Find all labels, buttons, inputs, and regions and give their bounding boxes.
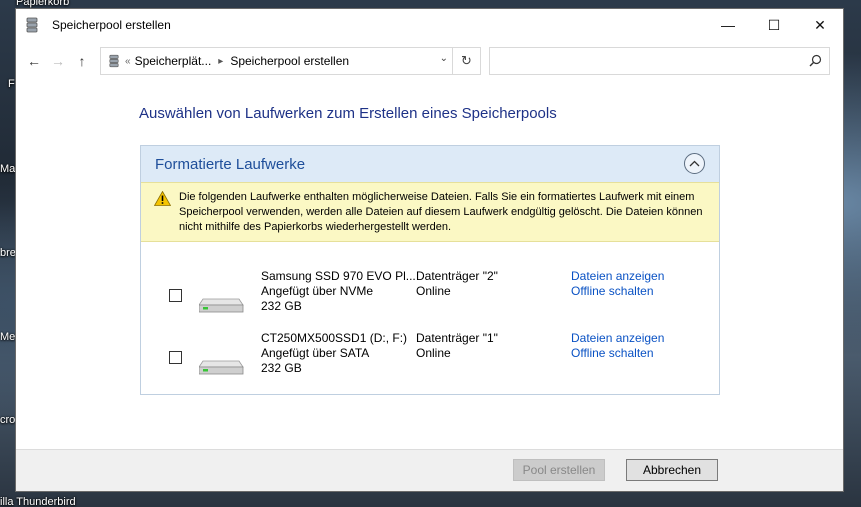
breadcrumb-segment[interactable]: Speicherpool erstellen — [230, 54, 349, 68]
drive-info: CT250MX500SSD1 (D:, F:) Angefügt über SA… — [261, 331, 407, 376]
warning-icon — [153, 190, 172, 211]
main-content: Auswählen von Laufwerken zum Erstellen e… — [16, 81, 843, 449]
dialog-footer: Pool erstellen Abbrechen — [16, 449, 843, 491]
window-title: Speicherpool erstellen — [52, 18, 171, 32]
desktop-icon-label[interactable]: illa Thunderbird — [0, 496, 76, 507]
drive-icon — [198, 291, 245, 316]
desktop-icon-label[interactable]: Papierkorb — [16, 0, 69, 8]
view-files-link[interactable]: Dateien anzeigen — [571, 269, 664, 284]
warning-text: Die folgenden Laufwerke enthalten möglic… — [179, 191, 703, 233]
drive-connection: Angefügt über NVMe — [261, 284, 374, 298]
speicherpool-window: Speicherpool erstellen — ☐ ✕ ← → ↑ « Spe… — [15, 8, 844, 492]
take-offline-link[interactable]: Offline schalten — [571, 284, 664, 299]
drive-status: Online — [416, 346, 451, 360]
create-pool-button[interactable]: Pool erstellen — [513, 459, 605, 481]
breadcrumb-segment[interactable]: Speicherplät... — [135, 54, 212, 68]
group-header[interactable]: Formatierte Laufwerke — [141, 146, 719, 182]
drive-size: 232 GB — [261, 361, 302, 375]
warning-banner: Die folgenden Laufwerke enthalten möglic… — [141, 182, 719, 242]
drive-checkbox[interactable] — [169, 289, 182, 302]
formatted-drives-group: Formatierte Laufwerke Die folgenden Lauf… — [140, 145, 720, 395]
close-button[interactable]: ✕ — [797, 9, 843, 41]
address-bar[interactable]: « Speicherplät... ▸ Speicherpool erstell… — [100, 47, 453, 75]
title-bar[interactable]: Speicherpool erstellen — ☐ ✕ — [16, 9, 843, 41]
forward-arrow-icon[interactable]: → — [46, 49, 70, 73]
back-arrow-icon[interactable]: ← — [22, 49, 46, 73]
drive-status: Online — [416, 284, 451, 298]
desktop-icon-label[interactable]: bre — [0, 247, 16, 259]
up-arrow-icon[interactable]: ↑ — [70, 49, 94, 73]
drive-disk-info: Datenträger "1" Online — [416, 331, 498, 361]
breadcrumb-overflow-icon[interactable]: « — [125, 56, 131, 67]
cancel-button[interactable]: Abbrechen — [626, 459, 718, 481]
drive-icon — [198, 353, 245, 378]
drive-size: 232 GB — [261, 299, 302, 313]
search-input[interactable] — [489, 47, 830, 75]
drive-disk-number: Datenträger "2" — [416, 269, 498, 283]
drive-actions: Dateien anzeigen Offline schalten — [571, 269, 664, 299]
minimize-button[interactable]: — — [705, 9, 751, 41]
breadcrumb-separator-icon[interactable]: ▸ — [218, 56, 223, 67]
drive-checkbox[interactable] — [169, 351, 182, 364]
drive-disk-number: Datenträger "1" — [416, 331, 498, 345]
navigation-bar: ← → ↑ « Speicherplät... ▸ Speicherpool e… — [16, 41, 843, 81]
desktop-icon-label[interactable]: F — [8, 78, 15, 90]
chevron-down-icon[interactable]: ⌄ — [440, 53, 448, 64]
view-files-link[interactable]: Dateien anzeigen — [571, 331, 664, 346]
drive-row: CT250MX500SSD1 (D:, F:) Angefügt über SA… — [141, 331, 719, 387]
storage-pool-icon — [103, 54, 125, 68]
group-title: Formatierte Laufwerke — [155, 155, 306, 173]
drive-connection: Angefügt über SATA — [261, 346, 370, 360]
collapse-chevron-icon[interactable] — [684, 153, 705, 174]
drive-disk-info: Datenträger "2" Online — [416, 269, 498, 299]
maximize-button[interactable]: ☐ — [751, 9, 797, 41]
drive-name: Samsung SSD 970 EVO Pl... — [261, 269, 416, 283]
storage-pool-icon — [26, 17, 48, 33]
search-icon[interactable] — [809, 54, 822, 70]
desktop-icon-label[interactable]: Ma — [0, 163, 15, 175]
desktop-icon-label[interactable]: cro — [0, 414, 15, 426]
drive-info: Samsung SSD 970 EVO Pl... Angefügt über … — [261, 269, 416, 314]
drive-row: Samsung SSD 970 EVO Pl... Angefügt über … — [141, 269, 719, 325]
drive-name: CT250MX500SSD1 (D:, F:) — [261, 331, 408, 345]
refresh-icon[interactable]: ↻ — [453, 47, 481, 75]
page-title: Auswählen von Laufwerken zum Erstellen e… — [139, 105, 557, 122]
take-offline-link[interactable]: Offline schalten — [571, 346, 664, 361]
drive-actions: Dateien anzeigen Offline schalten — [571, 331, 664, 361]
